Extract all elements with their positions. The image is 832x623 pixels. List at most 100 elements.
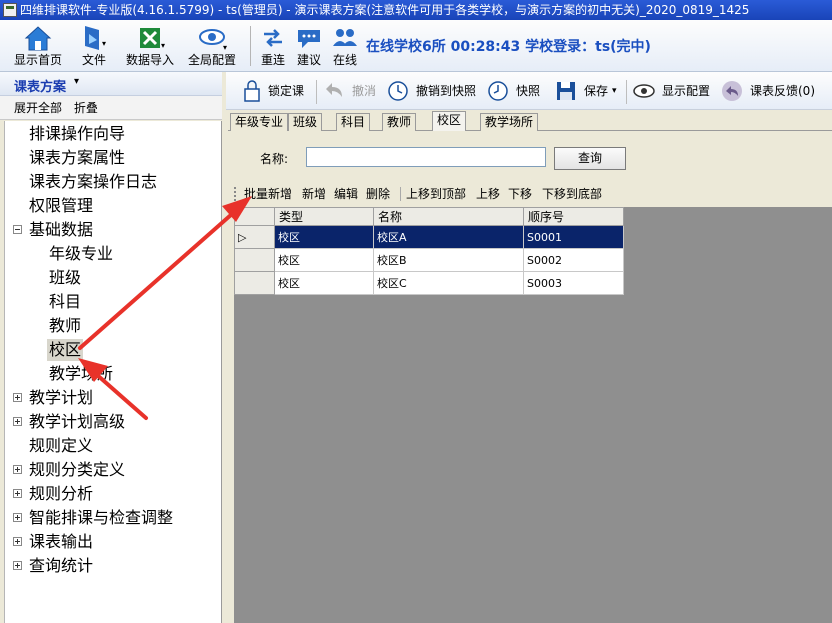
timetable-feedback-button[interactable]: 课表反馈(0): [720, 78, 822, 104]
add-button[interactable]: 新增: [302, 183, 326, 205]
delete-button[interactable]: 删除: [366, 183, 390, 205]
toolbar-divider: [316, 80, 317, 104]
cell-order[interactable]: S0002: [523, 248, 624, 272]
window-title: 四维排课软件-专业版(4.16.1.5799) - ts(管理员) - 演示课表…: [20, 3, 750, 17]
toolbar-divider: [626, 80, 627, 104]
expand-toggle-icon[interactable]: [13, 393, 22, 402]
tree-item-timetable-output[interactable]: 课表输出: [29, 531, 93, 553]
tree-item-teacher[interactable]: 教师: [49, 315, 81, 337]
file-icon: ▾: [85, 26, 106, 50]
tree-item-subject[interactable]: 科目: [49, 291, 81, 313]
lock-icon: [244, 80, 260, 102]
expand-toggle-icon[interactable]: [13, 417, 22, 426]
app-icon: [3, 3, 17, 17]
tab-grade-major[interactable]: 年级专业: [230, 113, 289, 131]
row-selector[interactable]: [234, 271, 275, 295]
data-import-button[interactable]: ▾ 数据导入: [120, 22, 180, 70]
svg-text:▾: ▾: [102, 39, 106, 48]
tree-item-permissions[interactable]: 权限管理: [29, 195, 93, 217]
expand-toggle-icon[interactable]: [13, 513, 22, 522]
expand-all-button[interactable]: 展开全部: [14, 101, 62, 115]
svg-text:▾: ▾: [161, 41, 165, 50]
column-header-order[interactable]: 顺序号: [523, 207, 624, 226]
name-search-input[interactable]: [306, 147, 546, 167]
tree-item-rule-category[interactable]: 规则分类定义: [29, 459, 125, 481]
tab-class[interactable]: 班级: [288, 113, 323, 131]
name-label: 名称:: [260, 152, 289, 166]
cell-order[interactable]: S0003: [523, 271, 624, 295]
expand-toggle-icon[interactable]: [13, 465, 22, 474]
move-to-top-button[interactable]: 上移到顶部: [406, 183, 466, 205]
tree-item-teaching-plan-advanced[interactable]: 教学计划高级: [29, 411, 125, 433]
move-to-bottom-button[interactable]: 下移到底部: [542, 183, 602, 205]
tree-item-venue[interactable]: 教学场所: [49, 363, 113, 385]
tree-item-campus[interactable]: 校区: [47, 339, 84, 361]
home-button[interactable]: 显示首页: [10, 22, 66, 70]
table-row[interactable]: ▷ 校区 校区A S0001: [234, 225, 624, 249]
file-menu-button[interactable]: ▾ 文件: [74, 22, 114, 70]
tree-item-basic-data[interactable]: 基础数据: [29, 219, 93, 241]
cell-type[interactable]: 校区: [274, 271, 374, 295]
move-up-button[interactable]: 上移: [476, 183, 500, 205]
column-header-type[interactable]: 类型: [274, 207, 374, 226]
toolbar-divider: [400, 187, 401, 201]
tree-item-wizard[interactable]: 排课操作向导: [29, 123, 125, 145]
tab-campus[interactable]: 校区: [432, 111, 467, 132]
users-icon: [333, 29, 357, 46]
tree-item-grade-major[interactable]: 年级专业: [49, 243, 113, 265]
tab-venue[interactable]: 教学场所: [480, 113, 539, 131]
scheme-header[interactable]: 课表方案 ▾: [0, 72, 222, 96]
expand-toggle-icon[interactable]: [13, 537, 22, 546]
cell-order[interactable]: S0001: [523, 225, 624, 249]
reconnect-button[interactable]: 重连: [258, 22, 288, 70]
campus-grid: 类型 名称 顺序号 ▷ 校区 校区A S0001 校区 校区B S0002 校区…: [234, 207, 832, 623]
snapshot-button[interactable]: 快照: [486, 78, 544, 104]
tree-item-rule-definition[interactable]: 规则定义: [29, 435, 93, 457]
navigation-tree: 排课操作向导 课表方案属性 课表方案操作日志 权限管理 基础数据 年级专业 班级…: [4, 121, 222, 623]
tab-subject[interactable]: 科目: [336, 113, 371, 131]
column-header-name[interactable]: 名称: [373, 207, 524, 226]
undo-icon: [326, 83, 342, 97]
tree-item-teaching-plan[interactable]: 教学计划: [29, 387, 93, 409]
cell-name[interactable]: 校区A: [373, 225, 524, 249]
campus-table: 类型 名称 顺序号 ▷ 校区 校区A S0001 校区 校区B S0002 校区…: [234, 207, 624, 295]
display-config-button[interactable]: 显示配置: [632, 78, 716, 104]
query-button[interactable]: 查询: [554, 147, 626, 170]
excel-icon: ▾: [140, 28, 165, 50]
edit-button[interactable]: 编辑: [334, 183, 358, 205]
tree-item-rule-analysis[interactable]: 规则分析: [29, 483, 93, 505]
floppy-disk-icon: [557, 82, 575, 100]
main-toolbar: 显示首页 ▾ 文件 ▾ 数据导入 ▾ 全局配置 重连 建议 在线 在线学校6所 …: [0, 20, 832, 72]
cell-type[interactable]: 校区: [274, 225, 374, 249]
row-selector[interactable]: ▷: [234, 225, 275, 249]
lock-lesson-button[interactable]: 锁定课: [240, 78, 312, 104]
chat-bubble-icon: [298, 30, 320, 48]
cell-name[interactable]: 校区C: [373, 271, 524, 295]
cell-name[interactable]: 校区B: [373, 248, 524, 272]
tree-item-query-stats[interactable]: 查询统计: [29, 555, 93, 577]
table-row[interactable]: 校区 校区B S0002: [234, 248, 624, 272]
cell-type[interactable]: 校区: [274, 248, 374, 272]
tree-item-operation-log[interactable]: 课表方案操作日志: [29, 171, 157, 193]
online-button[interactable]: 在线: [330, 22, 360, 70]
schedule-toolbar: 锁定课 撤消 撤销到快照 快照 保存 ▾ 显示配置 课表反馈(0): [226, 72, 832, 110]
tree-item-scheme-properties[interactable]: 课表方案属性: [29, 147, 125, 169]
table-row[interactable]: 校区 校区C S0003: [234, 271, 624, 295]
reconnect-icon: [264, 29, 282, 47]
tree-item-smart-scheduling[interactable]: 智能排课与检查调整: [29, 507, 173, 529]
expand-toggle-icon[interactable]: [13, 489, 22, 498]
save-button[interactable]: 保存 ▾: [554, 78, 620, 104]
undo-to-snapshot-button[interactable]: 撤销到快照: [386, 78, 478, 104]
global-config-button[interactable]: ▾ 全局配置: [186, 22, 238, 70]
batch-add-button[interactable]: 批量新增: [244, 183, 292, 205]
scheme-title: 课表方案: [14, 80, 67, 95]
suggest-button[interactable]: 建议: [294, 22, 324, 70]
undo-button[interactable]: 撤消: [322, 78, 380, 104]
tree-item-class[interactable]: 班级: [49, 267, 81, 289]
row-selector[interactable]: [234, 248, 275, 272]
collapse-button[interactable]: 折叠: [74, 101, 98, 115]
collapse-toggle-icon[interactable]: [13, 225, 22, 234]
move-down-button[interactable]: 下移: [508, 183, 532, 205]
expand-toggle-icon[interactable]: [13, 561, 22, 570]
tab-teacher[interactable]: 教师: [382, 113, 417, 131]
